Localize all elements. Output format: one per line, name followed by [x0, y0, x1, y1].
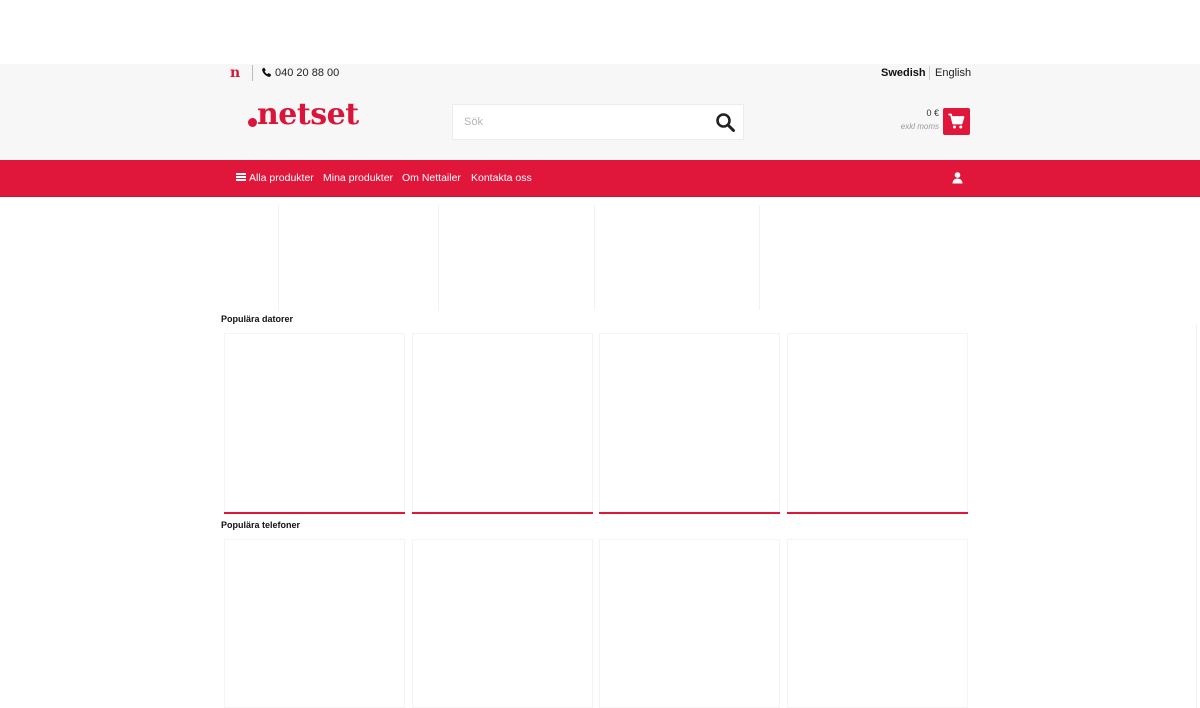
nav-all-products[interactable]: Alla produkter — [236, 172, 314, 184]
product-card[interactable] — [787, 333, 968, 514]
category-divider — [594, 205, 595, 310]
logo-mark — [248, 118, 257, 127]
search-icon[interactable] — [715, 112, 737, 132]
product-card[interactable] — [599, 333, 780, 514]
cart-vat-note: exkl moms — [900, 122, 939, 131]
logo-text: netset — [257, 97, 359, 132]
page-edge-line — [1196, 325, 1197, 708]
product-card[interactable] — [224, 333, 405, 514]
category-divider — [438, 205, 439, 310]
product-card[interactable] — [599, 539, 780, 708]
divider — [252, 65, 253, 81]
divider — [929, 66, 930, 80]
section-title-computers: Populära datorer — [221, 314, 294, 324]
product-card[interactable] — [412, 333, 593, 514]
section-title-phones: Populära telefoner — [221, 520, 301, 530]
phone-icon — [262, 67, 272, 77]
nav-my-products[interactable]: Mina produkter — [323, 172, 393, 184]
product-card[interactable] — [412, 539, 593, 708]
nav-label: Alla produkter — [249, 172, 314, 184]
card-accent-line — [412, 512, 593, 514]
nav-contact[interactable]: Kontakta oss — [471, 172, 532, 184]
cart-icon — [948, 113, 965, 129]
hamburger-menu-icon — [236, 173, 246, 181]
product-card[interactable] — [224, 539, 405, 708]
user-icon[interactable] — [952, 172, 963, 184]
top-blank-area — [0, 0, 1200, 64]
search-box — [452, 104, 744, 140]
search-input[interactable] — [453, 105, 703, 139]
product-card[interactable] — [787, 539, 968, 708]
card-accent-line — [787, 512, 968, 514]
language-swedish[interactable]: Swedish — [881, 67, 926, 79]
cart-button[interactable] — [943, 108, 970, 135]
cart-total: 0 € — [926, 108, 939, 118]
language-english[interactable]: English — [935, 67, 971, 79]
phone-number[interactable]: 040 20 88 00 — [275, 67, 339, 79]
top-info-strip: n 040 20 88 00 Swedish English — [0, 64, 1200, 84]
mini-logo[interactable]: n — [230, 65, 240, 81]
main-navigation: Alla produkter Mina produkter Om Nettail… — [0, 160, 1200, 197]
category-divider — [278, 205, 279, 310]
card-accent-line — [599, 512, 780, 514]
nav-about[interactable]: Om Nettailer — [402, 172, 461, 184]
site-header: n 040 20 88 00 Swedish English netset 0 … — [0, 64, 1200, 160]
category-divider — [759, 205, 760, 310]
card-accent-line — [224, 512, 405, 514]
